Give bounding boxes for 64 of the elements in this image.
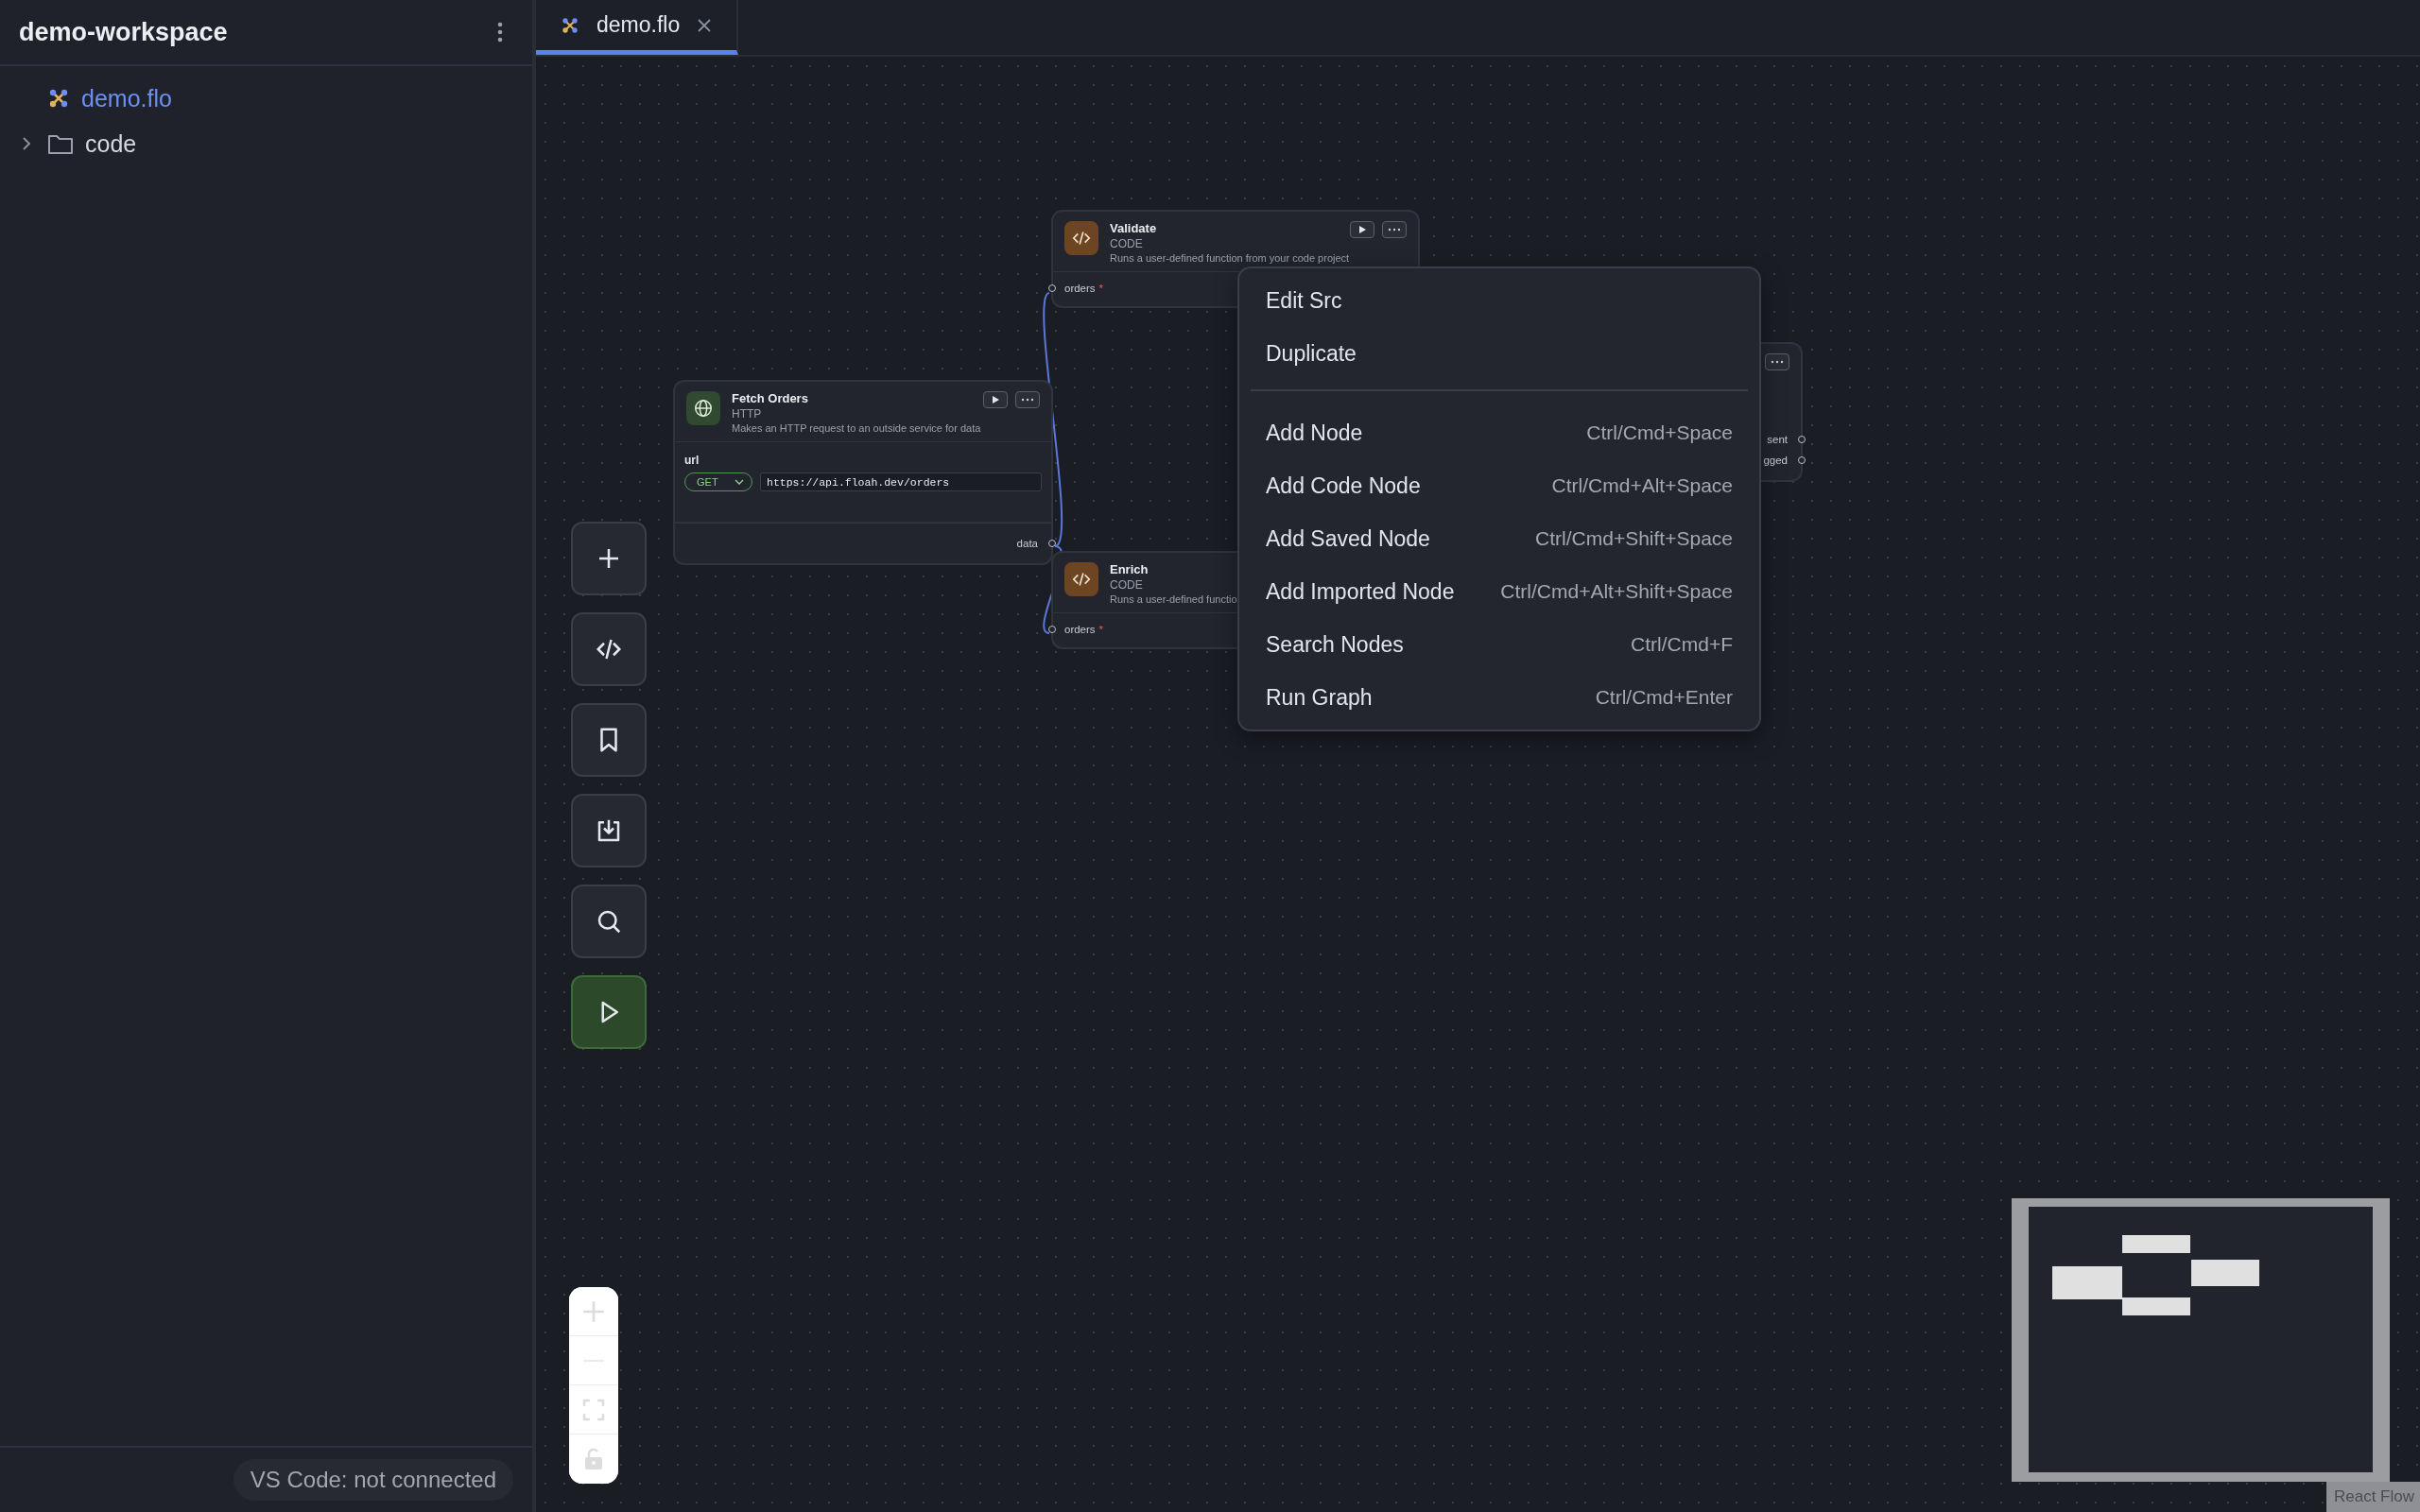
node-type: CODE [1110,578,1143,592]
port-label: orders [1064,624,1096,635]
folder-icon [47,132,74,155]
menu-item[interactable]: Run Graph Ctrl/Cmd+Enter [1253,671,1746,724]
port-handle[interactable] [1048,284,1056,292]
file-tree-item[interactable]: demo.flo [0,76,532,121]
fit-view-icon [582,1398,605,1421]
required-mark: * [1098,283,1104,294]
menu-item[interactable]: Duplicate [1253,327,1746,380]
bookmark-tool-button[interactable] [571,703,647,777]
menu-item[interactable]: Add Code Node Ctrl/Cmd+Alt+Space [1253,459,1746,512]
unlocked-padlock-icon [584,1448,603,1470]
search-tool-button[interactable] [571,885,647,958]
port-handle[interactable] [1048,626,1056,633]
more-icon [1388,228,1401,232]
node-type: CODE [1110,237,1143,250]
port-label: sent [1767,434,1788,445]
port-label: orders [1064,283,1096,294]
port-label: data [1016,538,1038,549]
workspace-title: demo-workspace [19,17,228,47]
minimap-node [2191,1260,2259,1286]
run-tool-button[interactable] [571,975,647,1049]
code-icon [1064,562,1098,596]
more-icon [1771,360,1784,364]
port-handle[interactable] [1798,456,1806,464]
more-icon [1021,398,1034,402]
minimap-node [2122,1235,2190,1253]
node-description: Runs a user-defined function from your code project [1110,252,1350,264]
field-label: url [684,454,700,467]
code-icon [1064,221,1098,255]
node-title: Enrich [1110,562,1149,576]
run-node-button[interactable] [983,391,1008,408]
zoom-in-button[interactable] [569,1287,618,1336]
url-field[interactable]: https://api.floah.dev/orders [760,472,1042,491]
node-menu-button[interactable] [1382,221,1407,238]
globe-icon [686,391,720,425]
node-description: Makes an HTTP request to an outside service for data [732,422,981,434]
menu-item[interactable]: Add Node Ctrl/Cmd+Space [1253,406,1746,459]
connection-status: VS Code: not connected [233,1459,513,1501]
chevron-right-icon[interactable] [21,136,32,151]
play-icon [991,395,1000,404]
port-handle[interactable] [1798,436,1806,443]
node-title: Fetch Orders [732,391,808,405]
node-type: HTTP [732,407,762,421]
port-handle[interactable] [1048,540,1056,547]
flow-node[interactable]: Fetch Orders HTTP Makes an HTTP request to an outside service for data url GET https://api.floah.dev/orders data [673,380,1053,565]
plus-icon [581,1298,606,1324]
port-label: gged [1763,455,1788,466]
code-tool-button[interactable] [571,612,647,686]
graph-nodes-icon [561,15,579,35]
required-mark: * [1098,624,1104,635]
node-menu-button[interactable] [1765,353,1789,370]
chevron-down-icon [735,479,744,485]
file-tree-item[interactable]: code [0,121,532,166]
close-icon[interactable] [697,17,713,33]
more-options-icon[interactable] [496,21,504,43]
run-node-button[interactable] [1350,221,1374,238]
graph-nodes-icon [47,87,70,110]
play-icon [1357,225,1367,234]
node-menu-button[interactable] [1015,391,1040,408]
minimap[interactable] [2012,1198,2390,1482]
node-description: Runs a user-defined functio [1110,593,1237,605]
import-tool-button[interactable] [571,794,647,868]
node-title: Validate [1110,221,1157,235]
